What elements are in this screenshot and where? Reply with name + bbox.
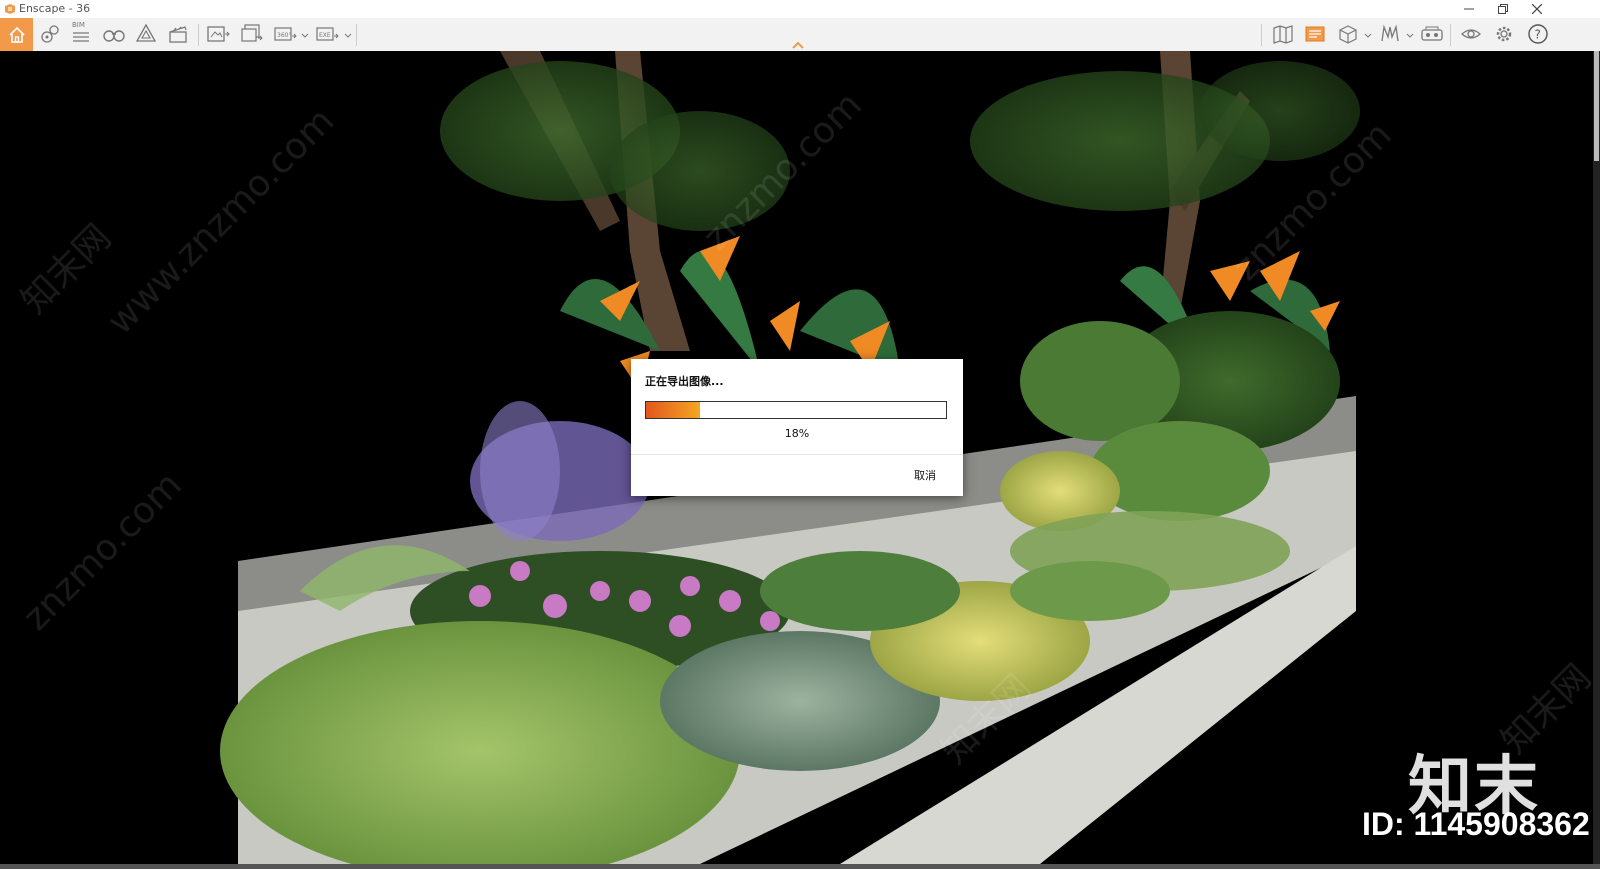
asset-library-button[interactable]: [132, 21, 160, 47]
exe-dropdown-chevron-icon[interactable]: [344, 31, 352, 39]
cube-dropdown-chevron-icon[interactable]: [1364, 31, 1372, 39]
bim-icon: BIM: [70, 21, 92, 45]
bim-button[interactable]: BIM: [67, 21, 95, 47]
progress-bar: [645, 401, 947, 419]
cube-view-button[interactable]: [1334, 21, 1362, 47]
atlas-button[interactable]: [1376, 21, 1404, 47]
svg-text:?: ?: [1535, 28, 1541, 42]
help-button[interactable]: ?: [1524, 21, 1552, 47]
panorama-export-button[interactable]: 360°: [271, 21, 299, 47]
gear-icon: [1493, 23, 1515, 45]
minimize-button[interactable]: [1452, 0, 1486, 18]
atlas-dropdown-chevron-icon[interactable]: [1406, 31, 1414, 39]
eye-button[interactable]: [1457, 21, 1485, 47]
view-management-button[interactable]: [36, 21, 64, 47]
home-button[interactable]: [0, 18, 33, 51]
binoculars-icon: [102, 23, 126, 45]
collapse-toolbar-chevron-up-icon[interactable]: [790, 40, 806, 50]
atlas-icon: [1379, 23, 1401, 45]
exe-export-button[interactable]: EXE: [313, 21, 341, 47]
bim-label: BIM: [72, 21, 85, 29]
svg-text:EXE: EXE: [319, 32, 331, 39]
toolbar-divider: [356, 24, 357, 46]
panorama-dropdown-chevron-icon[interactable]: [301, 31, 309, 39]
export-progress-dialog: 正在导出图像... 18% 取消: [631, 359, 963, 496]
taskbar-strip: [0, 864, 1600, 869]
map-button[interactable]: [1269, 21, 1297, 47]
view-management-icon: [39, 23, 61, 45]
toolbar-divider: [1450, 24, 1451, 46]
cube-view-icon: [1337, 23, 1359, 45]
visual-settings-icon: [1304, 23, 1326, 45]
panorama-export-icon: 360°: [273, 23, 297, 45]
help-icon: ?: [1527, 23, 1549, 45]
svg-text:360°: 360°: [277, 32, 291, 39]
restore-button[interactable]: [1486, 0, 1520, 18]
scrollbar-track[interactable]: [1593, 51, 1600, 864]
clapperboard-icon: [167, 23, 189, 45]
exe-export-icon: EXE: [315, 23, 339, 45]
binoculars-button[interactable]: [100, 21, 128, 47]
progress-percent: 18%: [784, 427, 810, 440]
scrollbar-thumb[interactable]: [1594, 51, 1599, 161]
window-title: Enscape - 36: [19, 2, 91, 15]
toolbar-divider: [1261, 24, 1262, 46]
image-id-watermark: ID: 1145908362: [1362, 806, 1590, 842]
cancel-button[interactable]: 取消: [901, 465, 949, 487]
vr-headset-icon: [1420, 23, 1444, 45]
batch-render-button[interactable]: [238, 21, 266, 47]
close-button[interactable]: [1520, 0, 1554, 18]
visual-settings-button[interactable]: [1301, 21, 1329, 47]
batch-render-icon: [240, 23, 264, 45]
toolbar-divider: [198, 24, 199, 46]
dialog-divider: [631, 454, 963, 455]
home-icon: [7, 25, 27, 45]
map-icon: [1272, 23, 1294, 45]
video-editor-button[interactable]: [164, 21, 192, 47]
settings-button[interactable]: [1490, 21, 1518, 47]
enscape-logo-icon: [4, 3, 16, 15]
asset-library-icon: [135, 23, 157, 45]
vr-headset-button[interactable]: [1418, 21, 1446, 47]
screenshot-button[interactable]: [204, 21, 232, 47]
dialog-title: 正在导出图像...: [645, 375, 724, 388]
eye-icon: [1460, 23, 1482, 45]
progress-bar-fill: [646, 402, 700, 418]
screenshot-icon: [206, 23, 230, 45]
title-bar: Enscape - 36: [0, 0, 1600, 18]
